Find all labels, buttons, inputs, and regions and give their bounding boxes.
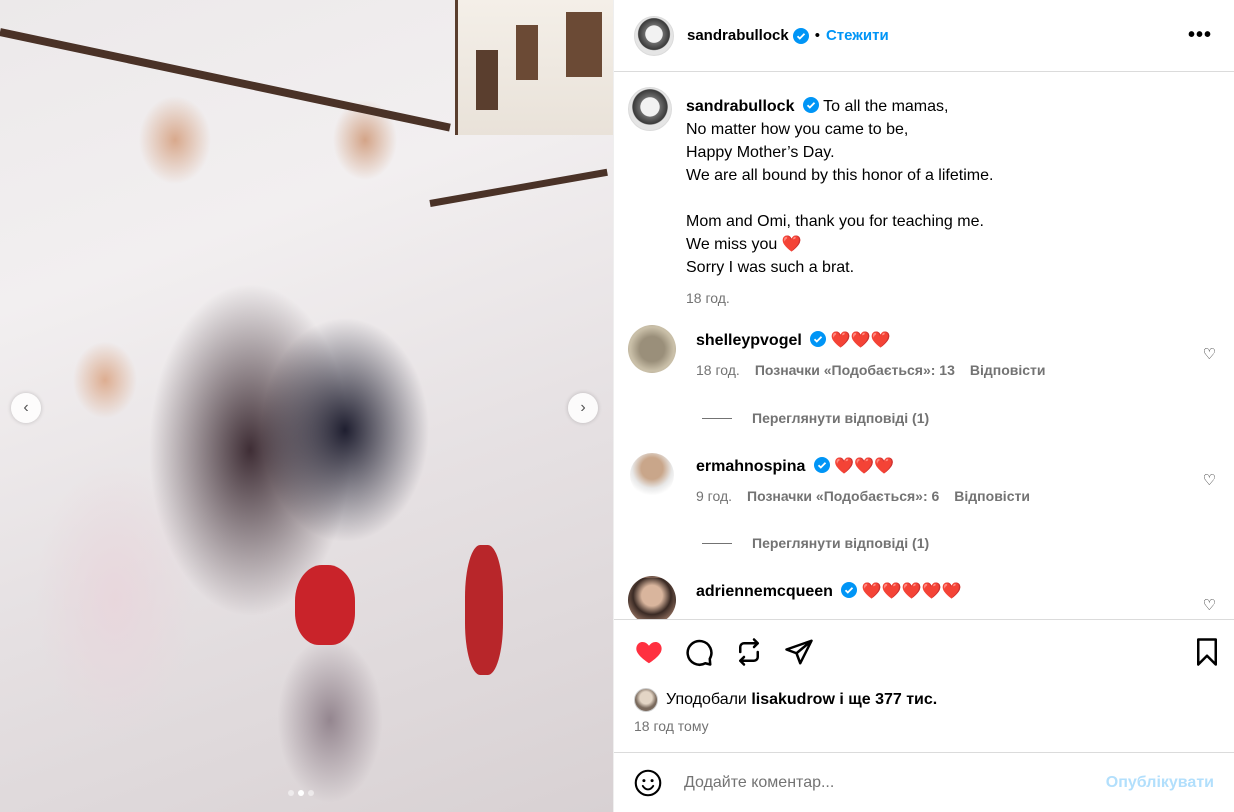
reply-button[interactable]: Відповісти <box>954 488 1030 504</box>
separator-dot: • <box>814 27 820 44</box>
verified-badge-icon <box>802 97 819 113</box>
comment-username[interactable]: ermahnospina <box>696 458 805 475</box>
comments-list[interactable]: sandrabullock To all the mamas, No matte… <box>614 73 1234 619</box>
liked-by-user[interactable]: lisakudrow <box>751 691 835 709</box>
liked-by-count[interactable]: і ще 377 тис. <box>839 691 937 709</box>
chevron-right-icon: › <box>580 399 586 416</box>
more-options-icon[interactable]: ••• <box>1188 24 1212 47</box>
comment-like-icon[interactable]: ♡ <box>1203 345 1216 363</box>
photo-mitten <box>295 565 355 645</box>
liked-by-prefix: Уподобали <box>666 691 747 708</box>
share-icon[interactable] <box>784 637 814 667</box>
comment-text: ❤️❤️❤️ <box>834 458 895 475</box>
repost-icon[interactable] <box>734 637 764 667</box>
caption-line: Mom and Omi, thank you for teaching me. <box>686 213 984 230</box>
post-header: sandrabullock • Стежити ••• <box>614 0 1234 72</box>
carousel-prev-button[interactable]: ‹ <box>11 393 41 423</box>
caption-line: We are all bound by this honor of a life… <box>686 167 994 184</box>
post-actions-bar <box>614 619 1234 685</box>
carousel-dot-active <box>298 790 304 796</box>
caption-line: To all the mamas, <box>823 98 949 115</box>
photo-fence <box>0 28 451 132</box>
publish-button[interactable]: Опублікувати <box>1106 774 1214 792</box>
bookmark-icon[interactable] <box>1192 637 1222 667</box>
comment-item: shelleypvogel ❤️❤️❤️ 18 год. Позначки «П… <box>628 325 1218 378</box>
emoji-icon[interactable] <box>634 769 662 797</box>
author-username[interactable]: sandrabullock <box>687 27 789 44</box>
carousel-next-button[interactable]: › <box>568 393 598 423</box>
chevron-left-icon: ‹ <box>23 399 29 416</box>
comment-time[interactable]: 18 год. <box>696 362 740 378</box>
comment-item: adriennemcqueen ❤️❤️❤️❤️❤️ ♡ <box>628 576 1218 619</box>
comment-username[interactable]: adriennemcqueen <box>696 583 833 600</box>
comment-like-icon[interactable]: ♡ <box>1203 471 1216 489</box>
comment-likes[interactable]: Позначки «Подобається»: 6 <box>747 488 939 504</box>
caption-line: Happy Mother’s Day. <box>686 144 835 161</box>
comment-icon[interactable] <box>684 637 714 667</box>
caption-line: No matter how you came to be, <box>686 121 909 138</box>
comment-text: ❤️❤️❤️ <box>830 332 891 349</box>
caption-line: We miss you ❤️ <box>686 236 802 253</box>
comment-likes[interactable]: Позначки «Подобається»: 13 <box>755 362 955 378</box>
liked-by-summary: Уподобали lisakudrow і ще 377 тис. <box>634 688 937 712</box>
carousel-dots <box>288 790 314 796</box>
verified-badge-icon <box>792 27 809 44</box>
comment-like-icon[interactable]: ♡ <box>1203 596 1216 614</box>
verified-badge-icon <box>810 331 827 347</box>
post-caption: sandrabullock To all the mamas, No matte… <box>628 87 993 310</box>
carousel-dot <box>308 790 314 796</box>
reply-button[interactable]: Відповісти <box>970 362 1046 378</box>
avatar[interactable] <box>628 576 676 619</box>
avatar[interactable] <box>630 453 674 497</box>
caption-time[interactable]: 18 год. <box>686 287 993 310</box>
view-replies-button[interactable]: Переглянути відповіді (1) <box>702 410 929 426</box>
comment-text: ❤️❤️❤️❤️❤️ <box>861 583 962 600</box>
caption-line: Sorry I was such a brat. <box>686 259 855 276</box>
verified-badge-icon <box>841 582 858 598</box>
avatar[interactable] <box>628 87 672 131</box>
post-side-panel: sandrabullock • Стежити ••• sandrabulloc… <box>613 0 1234 812</box>
comment-time[interactable]: 9 год. <box>696 488 732 504</box>
photo-mitten <box>465 545 503 675</box>
photo-fence <box>429 168 608 207</box>
avatar[interactable] <box>628 325 676 373</box>
add-comment-bar: Опублікувати <box>614 752 1234 812</box>
carousel-dot <box>288 790 294 796</box>
view-replies-label: Переглянути відповіді (1) <box>752 410 930 426</box>
comment-item: ermahnospina ❤️❤️❤️ 9 год. Позначки «Под… <box>628 451 1218 504</box>
comment-input[interactable] <box>684 773 1106 792</box>
avatar[interactable] <box>634 15 674 56</box>
verified-badge-icon <box>813 457 830 473</box>
caption-username[interactable]: sandrabullock <box>686 98 794 115</box>
view-replies-label: Переглянути відповіді (1) <box>752 535 930 551</box>
avatar[interactable] <box>634 688 658 712</box>
post-timestamp[interactable]: 18 год тому <box>634 718 709 734</box>
photo-house <box>455 0 613 135</box>
post-photo[interactable]: ‹ › <box>0 0 613 812</box>
liked-heart-icon[interactable] <box>634 637 664 667</box>
follow-button[interactable]: Стежити <box>826 27 889 44</box>
comment-username[interactable]: shelleypvogel <box>696 332 802 349</box>
view-replies-button[interactable]: Переглянути відповіді (1) <box>702 535 929 551</box>
